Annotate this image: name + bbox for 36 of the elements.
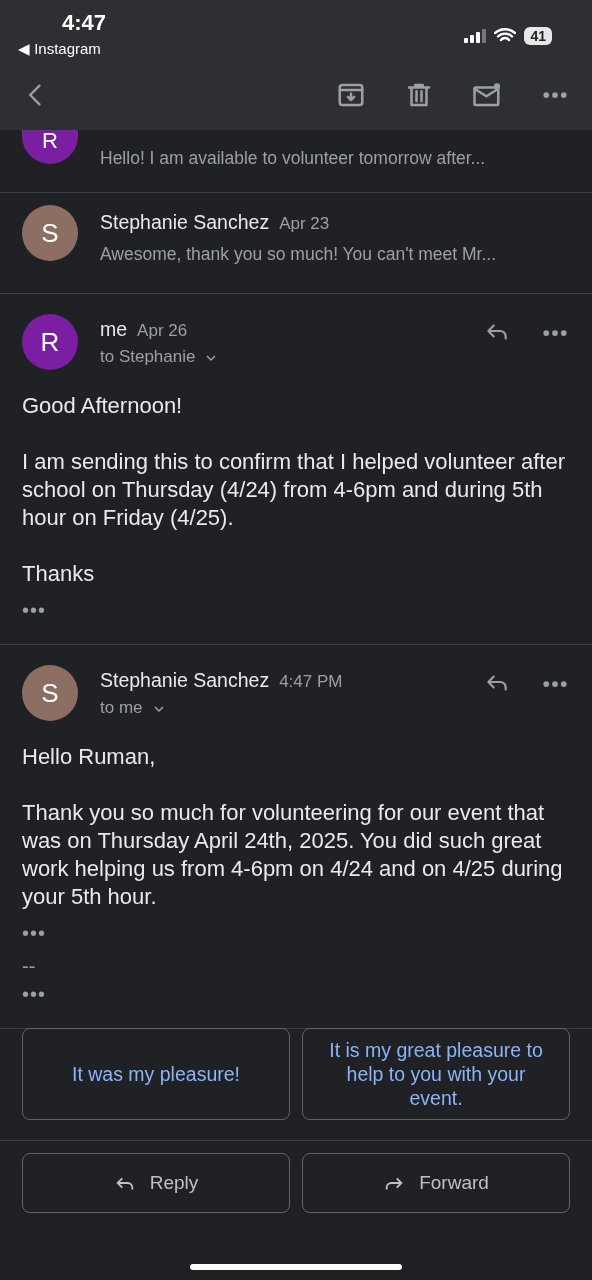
battery-indicator: 41 [524,27,552,45]
sender-avatar: R [22,314,78,370]
sender-name: Stephanie Sanchez [100,669,270,692]
show-trimmed-button[interactable]: ••• [22,602,570,618]
message-snippet: Hello! I am available to volunteer tomorrow after... [100,148,486,170]
wifi-icon [494,28,517,44]
chevron-down-icon[interactable] [205,354,218,362]
forward-button[interactable]: Forward [302,1153,570,1213]
collapsed-message[interactable]: S Stephanie Sanchez Apr 23 Awesome, thank you so much! You can't meet Mr... [0,193,592,294]
smart-reply-button[interactable]: It was my pleasure! [22,1028,290,1120]
signature: -- [22,955,37,978]
message-date: 4:47 PM [279,672,343,692]
back-to-app-link[interactable]: ◀ Instagram [18,40,107,58]
clock: 4:47 [62,10,107,36]
message-date: Apr 26 [137,321,188,341]
sender-name: Stephanie Sanchez [100,211,270,234]
reply-button[interactable]: Reply [22,1153,290,1213]
message-paragraph: Hello Ruman, [22,743,157,771]
message-snippet: Awesome, thank you so much! You can't meet Mr... [100,244,496,265]
collapsed-message[interactable]: R Hello! I am available to volunteer tomorrow after... [0,130,592,193]
recipient-toggle[interactable]: to Stephanie [100,347,196,367]
message-date: Apr 23 [279,214,330,234]
smart-reply-button[interactable]: It is my great pleasure to help to you with your event. [302,1028,570,1120]
sender-avatar: R [22,130,78,164]
chevron-down-icon[interactable] [152,705,165,713]
message-paragraph: Good Afternoon! [22,392,184,420]
sender-avatar: S [22,205,78,261]
message-paragraph: Thanks [22,560,96,588]
show-trimmed-button[interactable]: ••• [22,925,570,941]
message-paragraph: Thank you so much for volunteering for our event that was on Thursday April 24th, 2025. You did such great work helping us from 4-6pm on 4/24 and on 4/25 during your 5th hour. [22,799,564,911]
signal-icon [464,29,487,43]
message-paragraph: I am sending this to confirm that I helped volunteer after school on Thursday (4/24) from 4-6pm and during 5th hour on Friday (4/25). [22,448,566,532]
show-trimmed-button[interactable]: ••• [22,986,570,1002]
sender-name: me [100,318,128,341]
recipient-toggle[interactable]: to me [100,698,143,718]
sender-avatar: S [22,665,78,721]
